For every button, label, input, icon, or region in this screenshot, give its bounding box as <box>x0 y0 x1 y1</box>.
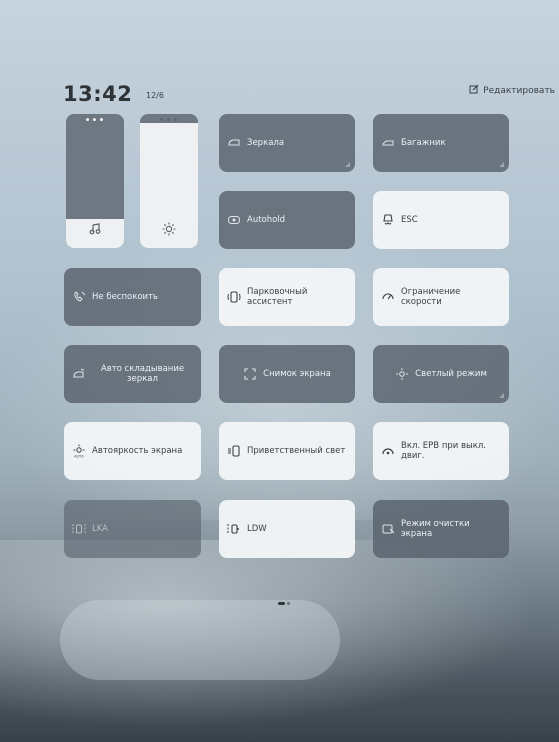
date: 12/6 <box>146 91 164 100</box>
auto-brightness-label: Автояркость экрана <box>92 446 183 456</box>
autohold-icon <box>227 213 241 227</box>
edit-label: Редактировать <box>483 85 555 96</box>
ldw-label: LDW <box>247 524 267 534</box>
autohold-tile[interactable]: Autohold <box>219 191 355 249</box>
volume-slider[interactable]: ••• <box>66 114 124 248</box>
fold-mirror-icon <box>72 367 86 381</box>
screenshot-tile[interactable]: Снимок экрана <box>219 345 355 403</box>
edit-icon <box>469 84 479 97</box>
esc-tile[interactable]: ESC <box>373 191 509 249</box>
auto-brightness-tile[interactable]: AUTO Автояркость экрана <box>64 422 201 480</box>
lane-departure-icon <box>227 522 241 536</box>
page-dot[interactable] <box>287 602 290 605</box>
trunk-icon <box>381 136 395 150</box>
sun-icon <box>140 222 198 240</box>
control-center-screen: 13:42 12/6 Редактировать ••• ••• Зеркала… <box>0 0 559 742</box>
light-mode-label: Светлый режим <box>415 369 487 379</box>
speed-limit-label: Ограничение скорости <box>401 287 461 307</box>
screenshot-icon <box>243 367 257 381</box>
brightness-slider[interactable]: ••• <box>140 114 198 248</box>
auto-brightness-icon: AUTO <box>72 444 86 458</box>
lka-tile[interactable]: LKA <box>64 500 201 558</box>
screen-clean-tile[interactable]: Режим очистки экрана <box>373 500 509 558</box>
page-dot-active[interactable] <box>278 602 285 605</box>
esc-icon <box>381 213 395 227</box>
do-not-disturb-tile[interactable]: Не беспокоить <box>64 268 201 326</box>
brightness-more-dots[interactable]: ••• <box>140 116 198 126</box>
page-indicator[interactable] <box>278 602 290 605</box>
trunk-label: Багажник <box>401 138 446 148</box>
parking-assistant-label: Парковочный ассистент <box>247 287 308 307</box>
epb-icon <box>381 444 395 458</box>
corner-indicator <box>499 162 504 167</box>
light-mode-tile[interactable]: Светлый режим <box>373 345 509 403</box>
do-not-disturb-label: Не беспокоить <box>92 292 159 302</box>
edit-button[interactable]: Редактировать <box>469 84 555 97</box>
welcome-light-label: Приветственный свет <box>247 446 346 456</box>
autohold-label: Autohold <box>247 215 286 225</box>
esc-label: ESC <box>401 215 418 225</box>
parking-sensor-icon <box>227 290 241 304</box>
screen-clean-label: Режим очистки экрана <box>401 519 470 539</box>
screenshot-label: Снимок экрана <box>263 369 331 379</box>
lka-label: LKA <box>92 524 108 534</box>
mirror-icon <box>227 136 241 150</box>
auto-fold-mirrors-tile[interactable]: Авто складывание зеркал <box>64 345 201 403</box>
mirrors-label: Зеркала <box>247 138 285 148</box>
parking-assistant-tile[interactable]: Парковочный ассистент <box>219 268 355 326</box>
corner-indicator <box>345 162 350 167</box>
sun-icon <box>395 367 409 381</box>
clock: 13:42 <box>63 82 133 106</box>
speed-limit-icon <box>381 290 395 304</box>
epb-label: Вкл. EPB при выкл. двиг. <box>401 441 486 461</box>
phone-mute-icon <box>72 290 86 304</box>
speed-limit-tile[interactable]: Ограничение скорости <box>373 268 509 326</box>
volume-more-dots[interactable]: ••• <box>66 116 124 126</box>
welcome-light-tile[interactable]: Приветственный свет <box>219 422 355 480</box>
svg-text:AUTO: AUTO <box>74 455 84 459</box>
mirrors-tile[interactable]: Зеркала <box>219 114 355 172</box>
background-blur <box>60 600 340 680</box>
auto-fold-mirrors-label: Авто складывание зеркал <box>100 364 185 384</box>
lane-keep-icon <box>72 522 86 536</box>
epb-tile[interactable]: Вкл. EPB при выкл. двиг. <box>373 422 509 480</box>
ldw-tile[interactable]: LDW <box>219 500 355 558</box>
music-note-icon <box>66 222 124 240</box>
screen-clean-icon <box>381 522 395 536</box>
welcome-light-icon <box>227 444 241 458</box>
corner-indicator <box>499 393 504 398</box>
trunk-tile[interactable]: Багажник <box>373 114 509 172</box>
